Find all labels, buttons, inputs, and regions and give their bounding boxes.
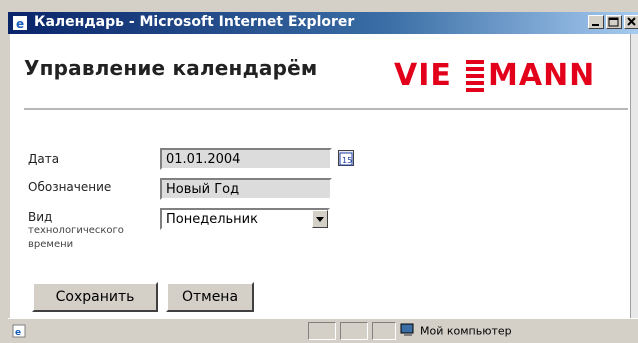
page-title: Управление календарём [24,56,318,80]
chevron-down-icon[interactable] [312,210,328,228]
status-cell [340,322,368,340]
page-status-icon: e [12,323,28,339]
maximize-icon[interactable] [606,15,622,29]
kind-label-line3: времени [28,239,74,250]
window-title: Календарь - Microsoft Internet Explorer [34,14,355,30]
save-button[interactable]: Сохранить [32,282,158,312]
kind-label-line1: Вид [28,210,53,224]
ie-icon: e [12,15,28,31]
kind-select-value: Понедельник [166,212,258,227]
kind-label-line2: технологического [28,225,124,236]
status-cell [308,322,336,340]
vertical-scrollbar[interactable] [630,34,638,318]
computer-icon [400,323,416,340]
svg-text:VIE: VIE [394,58,452,92]
page-content: Управление календарём VIE MANN Дата 01.0… [10,34,630,318]
date-label: Дата [28,152,60,166]
minimize-icon[interactable] [588,15,604,29]
status-zone: Мой компьютер [400,323,512,340]
name-label: Обозначение [28,180,112,194]
svg-text:MANN: MANN [488,58,595,92]
date-field[interactable]: 01.01.2004 [160,148,332,170]
svg-text:e: e [16,17,24,31]
kind-select[interactable]: Понедельник [160,208,330,230]
status-bar: e Мой компьютер [8,318,638,343]
svg-text:e: e [15,328,21,338]
close-icon[interactable] [624,15,638,29]
status-zone-text: Мой компьютер [420,324,512,338]
cancel-button[interactable]: Отмена [166,282,254,312]
svg-text:15: 15 [342,156,352,165]
status-cell [372,322,396,340]
viessmann-logo: VIE MANN [394,58,595,92]
calendar-icon[interactable]: 15 [338,150,354,166]
name-field[interactable]: Новый Год [160,178,332,200]
title-bar[interactable]: e Календарь - Microsoft Internet Explore… [8,12,638,34]
browser-window: e Календарь - Microsoft Internet Explore… [0,0,638,343]
divider [24,108,628,110]
kind-label: Вид технологического времени [28,210,168,252]
